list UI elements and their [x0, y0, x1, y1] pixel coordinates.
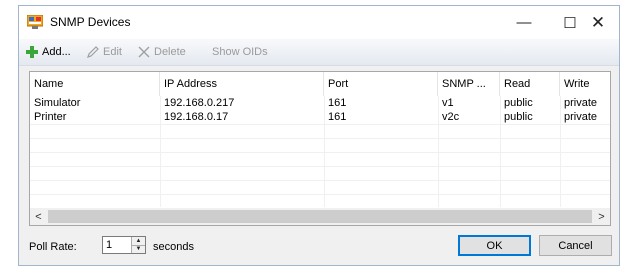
column-header-port[interactable]: Port: [324, 72, 438, 96]
scroll-right-arrow-icon[interactable]: >: [593, 208, 610, 225]
poll-rate-stepper[interactable]: 1 ▲ ▼: [102, 236, 146, 254]
pencil-icon: [86, 45, 100, 59]
grid-divider: [30, 194, 610, 195]
cell-port: 161: [328, 97, 347, 109]
cell-write: private: [564, 97, 598, 109]
app-icon: [26, 14, 44, 29]
column-header-write[interactable]: Write: [560, 72, 610, 96]
cancel-button[interactable]: Cancel: [539, 235, 612, 256]
column-header-snmp-version[interactable]: SNMP ...: [438, 72, 500, 96]
show-oids-label: Show OIDs: [212, 46, 268, 58]
cell-read: public: [504, 111, 533, 123]
add-button-label: Add...: [42, 46, 71, 58]
column-header-read[interactable]: Read: [500, 72, 560, 96]
show-oids-button[interactable]: Show OIDs: [212, 44, 268, 60]
ok-button[interactable]: OK: [458, 235, 531, 256]
edit-button-label: Edit: [103, 46, 122, 58]
cell-ip-address: 192.168.0.217: [164, 97, 235, 109]
grid-divider: [30, 180, 610, 181]
poll-rate-value[interactable]: 1: [106, 239, 112, 251]
stepper-down-icon[interactable]: ▼: [132, 245, 145, 253]
horizontal-scrollbar[interactable]: < >: [30, 208, 610, 225]
plus-icon: [25, 45, 39, 59]
cell-snmp-version: v2c: [442, 111, 460, 123]
devices-list[interactable]: Name IP Address Port SNMP ... Read Write…: [29, 71, 611, 226]
column-header-ip-address[interactable]: IP Address: [160, 72, 324, 96]
delete-button-label: Delete: [154, 46, 186, 58]
delete-button[interactable]: Delete: [137, 44, 186, 60]
snmp-devices-window: SNMP Devices — ☐ ✕ Add... Edit Delete Sh…: [18, 5, 620, 266]
grid-divider: [30, 124, 610, 125]
cell-name: Simulator: [34, 97, 81, 109]
stepper-buttons: ▲ ▼: [131, 237, 145, 253]
minimize-button[interactable]: —: [501, 6, 547, 39]
scroll-thumb[interactable]: [48, 210, 592, 223]
table-row[interactable]: Simulator 192.168.0.217 161 v1 public pr…: [30, 96, 610, 110]
title-bar: SNMP Devices — ☐ ✕: [19, 6, 619, 39]
grid-divider: [30, 138, 610, 139]
scroll-left-arrow-icon[interactable]: <: [30, 208, 47, 225]
add-button[interactable]: Add...: [25, 44, 71, 60]
poll-rate-label: Poll Rate:: [29, 241, 77, 253]
toolbar: Add... Edit Delete Show OIDs: [19, 39, 619, 66]
cell-snmp-version: v1: [442, 97, 454, 109]
cell-write: private: [564, 111, 598, 123]
seconds-label: seconds: [153, 241, 194, 253]
close-button[interactable]: ✕: [575, 6, 621, 39]
window-title: SNMP Devices: [50, 15, 131, 29]
grid-divider: [30, 152, 610, 153]
edit-button[interactable]: Edit: [86, 44, 122, 60]
column-header-name[interactable]: Name: [30, 72, 160, 96]
cell-ip-address: 192.168.0.17: [164, 111, 229, 123]
grid-divider: [30, 166, 610, 167]
cell-name: Printer: [34, 111, 67, 123]
delete-x-icon: [137, 45, 151, 59]
table-row[interactable]: Printer 192.168.0.17 161 v2c public priv…: [30, 110, 610, 124]
cell-read: public: [504, 97, 533, 109]
cell-port: 161: [328, 111, 347, 123]
